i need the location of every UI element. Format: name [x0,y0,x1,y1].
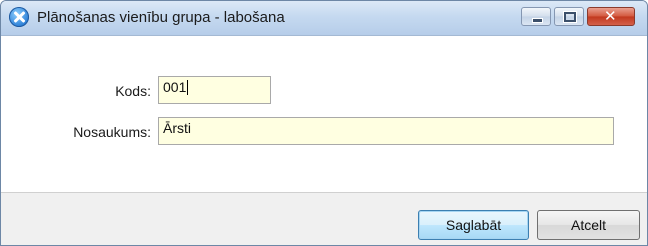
code-input-value: 001 [163,79,187,95]
title-bar[interactable]: Plānošanas vienību grupa - labošana ✕ [1,1,647,36]
minimize-button[interactable] [521,7,551,26]
form-panel: Kods: 001 Nosaukums: Ārsti [1,36,647,192]
maximize-button[interactable] [554,7,584,26]
minimize-icon [532,18,543,23]
edit-dialog-window: Plānošanas vienību grupa - labošana ✕ Ko… [0,0,648,246]
save-button[interactable]: Saglabāt [418,210,529,240]
name-input-value: Ārsti [163,120,191,136]
close-button[interactable]: ✕ [587,7,635,26]
window-title: Plānošanas vienību grupa - labošana [37,9,285,26]
maximize-icon [564,12,576,22]
name-label: Nosaukums: [73,124,151,140]
name-input[interactable]: Ārsti [158,117,614,145]
text-caret [187,80,189,95]
code-input[interactable]: 001 [158,76,271,104]
app-logo-icon [9,7,29,27]
cancel-button[interactable]: Atcelt [537,210,640,240]
code-label: Kods: [115,83,151,99]
dialog-footer: Saglabāt Atcelt [1,192,647,245]
close-icon: ✕ [604,7,617,25]
